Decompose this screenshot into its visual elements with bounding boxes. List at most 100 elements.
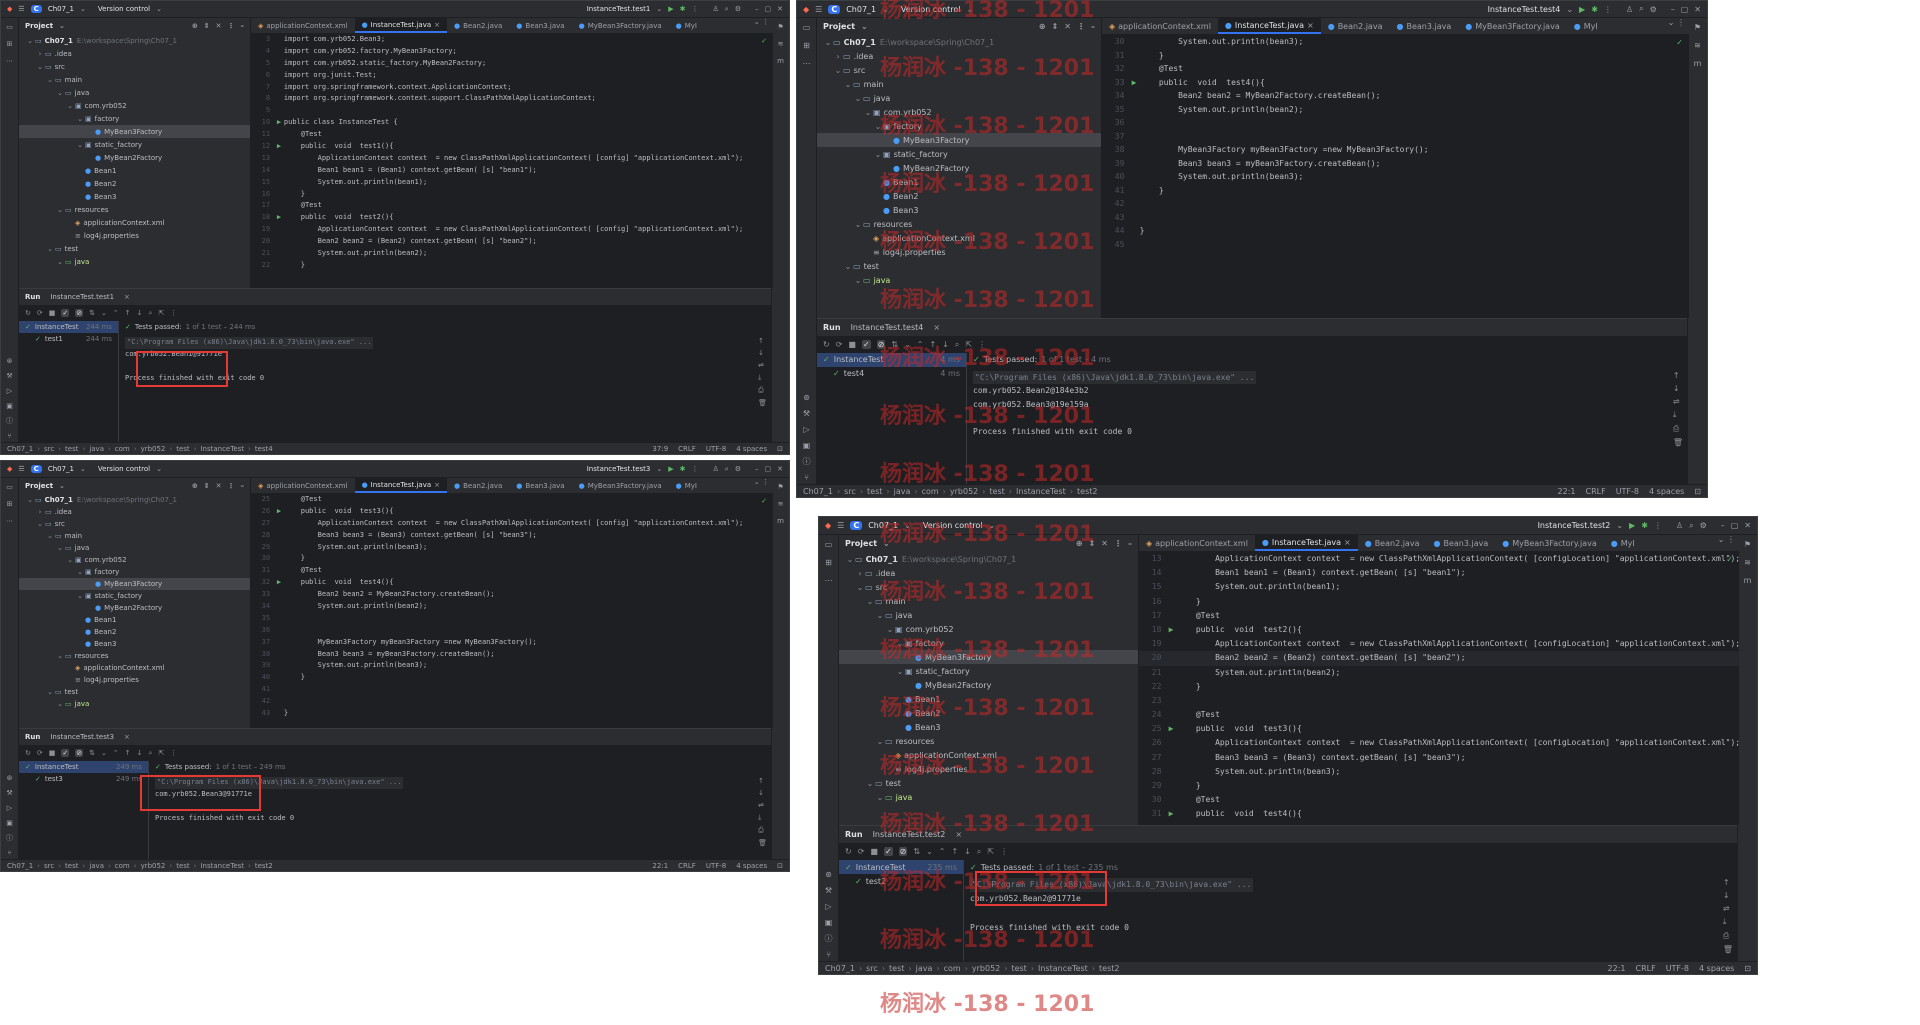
account-icon[interactable]: ♙ xyxy=(1676,521,1683,530)
editor-tab[interactable]: ● Bean3.java xyxy=(509,478,571,493)
stop-icon[interactable]: ■ xyxy=(848,340,856,349)
run-gutter-icon[interactable] xyxy=(274,165,284,177)
run-gutter-icon[interactable] xyxy=(1128,224,1139,238)
breadcrumb-item[interactable]: test xyxy=(65,445,78,453)
editor-tab[interactable]: ● MyBean3Factory.java xyxy=(572,478,669,493)
notifications-icon[interactable]: ⚑ xyxy=(777,24,783,31)
hide-icon[interactable]: – xyxy=(241,482,245,490)
run-gutter-icon[interactable] xyxy=(274,553,284,565)
main-menu-icon[interactable]: ☰ xyxy=(18,5,24,13)
tree-chevron-icon[interactable]: ⌄ xyxy=(833,66,843,75)
project-tree-item[interactable]: ⌄ ▭ Ch07_1 E:\workspace\Spring\Ch07_1 xyxy=(817,35,1101,49)
project-tool-icon[interactable]: ▭ xyxy=(6,24,13,31)
editor-tab[interactable]: ● Bean2.java xyxy=(1321,18,1390,34)
tree-chevron-icon[interactable]: ⌄ xyxy=(55,206,65,214)
clear-icon[interactable]: 🗑 xyxy=(1723,945,1733,954)
rerun-failed-icon[interactable]: ⟳ xyxy=(37,309,43,317)
more-icon[interactable]: ⋮ xyxy=(1604,5,1612,14)
tree-chevron-icon[interactable]: ⌄ xyxy=(25,496,35,504)
account-icon[interactable]: ♙ xyxy=(1626,5,1633,14)
terminal-icon[interactable]: ▣ xyxy=(825,919,833,927)
tree-chevron-icon[interactable]: ⌄ xyxy=(865,779,875,788)
tree-chevron-icon[interactable]: ⌄ xyxy=(853,220,863,229)
close-tab-icon[interactable]: × xyxy=(124,733,130,741)
hide-icon[interactable]: – xyxy=(241,22,245,30)
build-icon[interactable]: ⚒ xyxy=(825,887,832,895)
run-tool-icon[interactable]: ▷ xyxy=(803,426,809,434)
project-tree-item[interactable]: ⌄ ▭ test xyxy=(817,259,1101,273)
run-gutter-icon[interactable] xyxy=(1128,103,1139,117)
more-icon[interactable]: ⋮ xyxy=(1000,847,1008,856)
status-item[interactable]: 37:9 xyxy=(652,445,668,453)
editor-tab[interactable]: ● Bean3.java xyxy=(1389,18,1458,34)
breadcrumb-item[interactable]: InstanceTest xyxy=(200,445,244,453)
run-gutter-icon[interactable] xyxy=(274,34,284,46)
run-config-selector[interactable]: InstanceTest.test2 xyxy=(1538,521,1611,530)
toggle-passed-icon[interactable]: ✓ xyxy=(61,749,70,757)
editor-tab[interactable]: ● MyBean3Factory.java xyxy=(572,18,669,33)
breadcrumb-item[interactable]: test2 xyxy=(255,862,273,870)
close-tab-icon[interactable]: × xyxy=(124,293,130,301)
status-item[interactable]: 4 spaces xyxy=(736,862,767,870)
status-item[interactable]: 22:1 xyxy=(1608,964,1626,973)
breadcrumb-item[interactable]: com xyxy=(944,964,961,973)
breadcrumb-item[interactable]: test xyxy=(176,445,189,453)
code-editor[interactable]: ◈ applicationContext.xml ● InstanceTest.jav… xyxy=(1102,18,1689,318)
code-editor[interactable]: ◈ applicationContext.xml ● InstanceTest.jav… xyxy=(251,18,773,288)
editor-tab[interactable]: ● InstanceTest.java × xyxy=(1254,535,1358,551)
project-tree-item[interactable]: ⌄ ▣ com.yrb052 xyxy=(817,105,1101,119)
search-icon[interactable]: ⌕ xyxy=(1639,4,1643,14)
scroll-up-icon[interactable]: ↑ xyxy=(758,337,767,345)
tree-chevron-icon[interactable]: ⌄ xyxy=(75,592,85,600)
more-tools-icon[interactable]: ⋯ xyxy=(6,58,13,65)
project-tree-item[interactable]: ● MyBean3Factory xyxy=(19,578,250,590)
project-tree-item[interactable]: ⌄ ▭ Ch07_1 E:\workspace\Spring\Ch07_1 xyxy=(839,552,1138,566)
rerun-failed-icon[interactable]: ⟳ xyxy=(836,340,843,349)
prev-icon[interactable]: ↑ xyxy=(951,847,958,856)
more-tools-icon[interactable]: ⋯ xyxy=(803,60,811,68)
run-gutter-icon[interactable] xyxy=(1128,197,1139,211)
toggle-ignored-icon[interactable]: ⊘ xyxy=(876,340,886,349)
project-tree-item[interactable]: ⌄ ▭ main xyxy=(19,73,250,86)
lock-icon[interactable]: ⊡ xyxy=(777,445,783,453)
project-switcher[interactable]: Ch07_1 xyxy=(48,465,74,473)
run-gutter-icon[interactable] xyxy=(274,601,284,613)
run-gutter-icon[interactable] xyxy=(1128,49,1139,63)
tree-chevron-icon[interactable]: ⌄ xyxy=(75,141,85,149)
tree-chevron-icon[interactable]: ⌄ xyxy=(863,108,873,117)
toggle-passed-icon[interactable]: ✓ xyxy=(861,340,871,349)
project-tree-item[interactable]: ◈ applicationContext.xml xyxy=(19,662,250,674)
stop-icon[interactable]: ■ xyxy=(870,847,878,856)
run-gutter-icon[interactable] xyxy=(274,672,284,684)
breadcrumb-item[interactable]: java xyxy=(89,445,104,453)
next-icon[interactable]: ↓ xyxy=(137,749,143,757)
project-tree-item[interactable]: ⌄ ▭ main xyxy=(839,594,1138,608)
run-gutter-icon[interactable] xyxy=(1128,238,1139,252)
run-gutter-icon[interactable] xyxy=(274,224,284,236)
settings-icon[interactable]: ⚙ xyxy=(1650,5,1657,14)
search-icon[interactable]: ⌕ xyxy=(725,5,729,14)
project-tree-item[interactable]: ≡ log4j.properties xyxy=(839,762,1138,776)
minimize-icon[interactable]: – xyxy=(755,465,759,473)
test-tree-item[interactable]: ✓ InstanceTest 244 ms xyxy=(19,321,118,333)
run-gutter-icon[interactable] xyxy=(274,93,284,105)
account-icon[interactable]: ♙ xyxy=(713,465,719,473)
debug-icon[interactable]: ✱ xyxy=(1641,521,1648,530)
tree-chevron-icon[interactable]: ⌄ xyxy=(865,597,875,606)
run-gutter-icon[interactable] xyxy=(274,260,284,272)
build-icon[interactable]: ⚒ xyxy=(6,373,12,380)
run-gutter-icon[interactable] xyxy=(274,637,284,649)
run-gutter-icon[interactable] xyxy=(274,236,284,248)
more-icon[interactable]: ⋮ xyxy=(978,340,986,349)
run-config-selector[interactable]: InstanceTest.test4 xyxy=(1488,5,1561,14)
project-panel-title[interactable]: Project xyxy=(823,22,855,31)
tabs-overflow-icon[interactable]: ⌄ ⋮ xyxy=(1668,18,1685,27)
project-switcher[interactable]: Ch07_1 xyxy=(846,5,876,14)
project-tree-item[interactable]: ≡ log4j.properties xyxy=(19,229,250,242)
scroll-down-icon[interactable]: ↓ xyxy=(1673,384,1683,393)
project-tree-item[interactable]: ⌄ ▭ java xyxy=(19,698,250,710)
project-tree-item[interactable]: ⌄ ▭ src xyxy=(839,580,1138,594)
next-icon[interactable]: ↓ xyxy=(137,309,143,317)
run-gutter-icon[interactable] xyxy=(1128,89,1139,103)
sort-icon[interactable]: ⇅ xyxy=(891,340,898,349)
